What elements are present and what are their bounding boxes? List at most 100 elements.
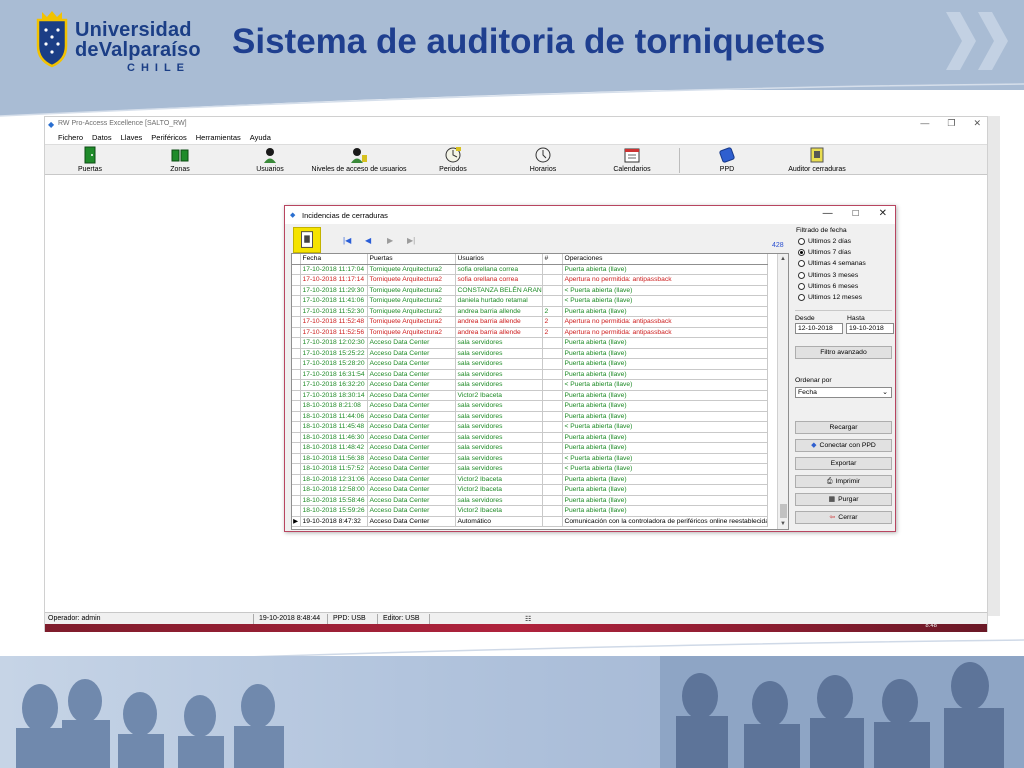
table-row[interactable]: 18-10-2018 11:56:38 Acceso Data Center sal… xyxy=(292,453,768,464)
last-record-icon[interactable]: ▶| xyxy=(407,236,415,245)
table-row[interactable]: 17-10-2018 11:41:06 Torniquete Arquitectu… xyxy=(292,295,768,307)
column-header-number[interactable]: # xyxy=(542,254,563,265)
radio-icon[interactable] xyxy=(798,294,805,301)
row-selector[interactable] xyxy=(292,348,301,359)
lock-reader-button[interactable] xyxy=(293,227,321,253)
table-row[interactable]: 17-10-2018 16:31:54 Acceso Data Center sal… xyxy=(292,369,768,380)
date-filter-option[interactable]: Ultimos 3 meses xyxy=(798,271,858,279)
close-icon[interactable]: ✕ xyxy=(973,118,981,129)
minimize-icon[interactable]: — xyxy=(920,118,929,129)
row-selector[interactable] xyxy=(292,453,301,464)
row-selector[interactable] xyxy=(292,327,301,338)
menu-herramientas[interactable]: Herramientas xyxy=(195,131,249,144)
menu-llaves[interactable]: Llaves xyxy=(120,131,151,144)
table-row[interactable]: 18-10-2018 11:44:06 Acceso Data Center sal… xyxy=(292,411,768,422)
row-selector[interactable] xyxy=(292,442,301,454)
row-selector[interactable] xyxy=(292,285,301,296)
row-selector[interactable] xyxy=(292,369,301,380)
toolbar-auditor-cerraduras[interactable]: Auditor cerraduras xyxy=(762,146,872,173)
radio-icon[interactable] xyxy=(798,282,805,290)
column-header-fecha[interactable]: Fecha xyxy=(300,254,368,265)
scroll-thumb[interactable] xyxy=(780,504,787,518)
from-date-field[interactable]: 12-10-2018 xyxy=(795,323,843,334)
table-row[interactable]: 17-10-2018 18:30:14 Acceso Data Center Vic… xyxy=(292,390,768,401)
table-row[interactable]: 18-10-2018 11:57:52 Acceso Data Center sal… xyxy=(292,463,768,475)
grid-scrollbar[interactable]: ▲ ▼ xyxy=(777,254,788,529)
radio-icon[interactable] xyxy=(798,238,805,245)
advanced-filter-button[interactable]: Filtro avanzado xyxy=(795,346,892,359)
table-row[interactable]: 17-10-2018 11:17:04 Torniquete Arquitectu… xyxy=(292,264,768,275)
radio-icon[interactable] xyxy=(798,260,805,268)
scroll-up-icon[interactable]: ▲ xyxy=(780,256,786,262)
table-row[interactable]: 18-10-2018 11:45:48 Acceso Data Center sal… xyxy=(292,421,768,433)
cerrar-button[interactable]: ⇦ Cerrar xyxy=(795,511,892,524)
table-row[interactable]: 18-10-2018 8:21:08 Acceso Data Center sala… xyxy=(292,400,768,412)
row-selector[interactable] xyxy=(292,390,301,401)
column-header-usuarios[interactable]: Usuarios xyxy=(455,254,543,265)
table-row[interactable]: 17-10-2018 11:29:30 Torniquete Arquitectu… xyxy=(292,285,768,296)
row-selector[interactable] xyxy=(292,274,301,286)
radio-icon[interactable] xyxy=(798,271,805,279)
restore-icon[interactable]: ❐ xyxy=(947,118,955,129)
row-selector[interactable] xyxy=(292,505,301,517)
row-selector[interactable]: ▶ xyxy=(292,516,301,527)
row-selector[interactable] xyxy=(292,316,301,328)
menu-ayuda[interactable]: Ayuda xyxy=(249,131,279,144)
row-selector[interactable] xyxy=(292,495,301,506)
table-row[interactable]: 18-10-2018 11:48:42 Acceso Data Center sal… xyxy=(292,442,768,454)
row-selector[interactable] xyxy=(292,463,301,475)
dialog-maximize-icon[interactable]: □ xyxy=(853,208,859,219)
row-selector[interactable] xyxy=(292,484,301,496)
recargar-button[interactable]: Recargar xyxy=(795,421,892,434)
first-record-icon[interactable]: |◀ xyxy=(343,236,351,245)
date-filter-option[interactable]: Ultimos 6 meses xyxy=(798,282,858,290)
row-selector[interactable] xyxy=(292,379,301,391)
table-row[interactable]: 17-10-2018 11:17:14 Torniquete Arquitectu… xyxy=(292,274,768,286)
to-date-field[interactable]: 19-10-2018 xyxy=(846,323,894,334)
row-selector[interactable] xyxy=(292,306,301,317)
date-filter-option[interactable]: Ultimos 2 días xyxy=(798,238,851,245)
table-row[interactable]: 17-10-2018 12:02:30 Acceso Data Center sal… xyxy=(292,337,768,349)
table-row[interactable]: 18-10-2018 11:46:30 Acceso Data Center sal… xyxy=(292,432,768,443)
purgar-button[interactable]: ▦ Purgar xyxy=(795,493,892,506)
menu-fichero[interactable]: Fichero xyxy=(57,131,91,144)
row-selector[interactable] xyxy=(292,400,301,412)
row-selector[interactable] xyxy=(292,358,301,370)
previous-record-icon[interactable]: ◀ xyxy=(365,236,371,245)
date-filter-option[interactable]: Ultimos 12 meses xyxy=(798,294,862,301)
row-selector[interactable] xyxy=(292,295,301,307)
toolbar-calendarios[interactable]: Calendarios xyxy=(577,146,687,173)
table-row[interactable]: 17-10-2018 11:52:56 Torniquete Arquitectu… xyxy=(292,327,768,338)
table-row[interactable]: 17-10-2018 11:52:48 Torniquete Arquitectu… xyxy=(292,316,768,328)
dialog-close-icon[interactable]: ✕ xyxy=(879,208,887,219)
table-row[interactable]: 18-10-2018 12:58:00 Acceso Data Center Vic… xyxy=(292,484,768,496)
table-row[interactable]: 17-10-2018 15:28:20 Acceso Data Center sal… xyxy=(292,358,768,370)
table-row[interactable]: ▶ 19-10-2018 8:47:32 Acceso Data Center Aut… xyxy=(292,516,768,527)
table-row[interactable]: 17-10-2018 16:32:20 Acceso Data Center sal… xyxy=(292,379,768,391)
next-record-icon[interactable]: ▶ xyxy=(387,236,393,245)
row-selector[interactable] xyxy=(292,337,301,349)
scroll-down-icon[interactable]: ▼ xyxy=(780,521,786,527)
imprimir-button[interactable]: ⎙ Imprimir xyxy=(795,475,892,488)
radio-icon[interactable] xyxy=(798,249,805,257)
menu-datos[interactable]: Datos xyxy=(91,131,120,144)
incidents-grid[interactable]: Fecha Puertas Usuarios # Operaciones 17-… xyxy=(291,253,789,530)
column-header-operaciones[interactable]: Operaciones xyxy=(562,254,768,265)
table-row[interactable]: 17-10-2018 15:25:22 Acceso Data Center sal… xyxy=(292,348,768,359)
row-selector[interactable] xyxy=(292,432,301,443)
row-selector[interactable] xyxy=(292,264,301,275)
row-selector[interactable] xyxy=(292,411,301,422)
column-header-puertas[interactable]: Puertas xyxy=(367,254,456,265)
date-filter-option[interactable]: Ultimas 4 semanas xyxy=(798,260,866,268)
table-row[interactable]: 18-10-2018 12:31:06 Acceso Data Center Vic… xyxy=(292,474,768,485)
order-by-select[interactable]: Fecha ⌄ xyxy=(795,387,892,398)
exportar-button[interactable]: Exportar xyxy=(795,457,892,470)
row-selector[interactable] xyxy=(292,421,301,433)
table-row[interactable]: 18-10-2018 15:58:46 Acceso Data Center sal… xyxy=(292,495,768,506)
menu-perifericos[interactable]: Periféricos xyxy=(150,131,194,144)
conectar-con-ppd-button[interactable]: ◆ Conectar con PPD xyxy=(795,439,892,452)
dialog-minimize-icon[interactable]: — xyxy=(823,208,833,219)
row-selector[interactable] xyxy=(292,474,301,485)
date-filter-option[interactable]: Ultimos 7 días xyxy=(798,249,851,257)
table-row[interactable]: 17-10-2018 11:52:30 Torniquete Arquitectu… xyxy=(292,306,768,317)
